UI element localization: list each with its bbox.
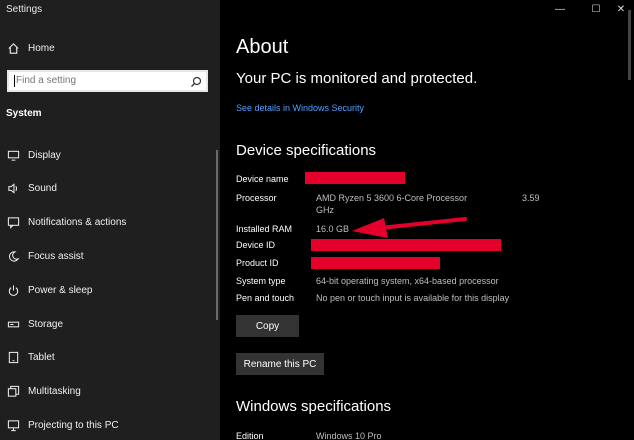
product-id-label: Product ID bbox=[236, 258, 279, 268]
sidebar-item-label: Tablet bbox=[28, 351, 55, 363]
sidebar: Settings Home Find a setting System Disp… bbox=[0, 0, 220, 440]
projector-icon bbox=[6, 418, 20, 432]
sidebar-item-label: Home bbox=[28, 42, 55, 54]
speaker-icon bbox=[6, 181, 20, 195]
sidebar-item-label: Focus assist bbox=[28, 250, 84, 262]
processor-value-line2: GHz bbox=[316, 205, 334, 215]
sidebar-item-tablet[interactable]: Tablet bbox=[0, 346, 218, 368]
ram-label: Installed RAM bbox=[236, 224, 293, 234]
sidebar-item-projecting[interactable]: Projecting to this PC bbox=[0, 414, 218, 436]
app-title: Settings bbox=[6, 4, 43, 15]
security-details-link[interactable]: See details in Windows Security bbox=[236, 103, 364, 113]
search-input[interactable]: Find a setting bbox=[7, 70, 208, 92]
pen-touch-value: No pen or touch input is available for t… bbox=[316, 293, 510, 303]
system-type-value: 64-bit operating system, x64-based proce… bbox=[316, 276, 499, 286]
sidebar-item-label: Storage bbox=[28, 318, 64, 330]
system-type-label: System type bbox=[236, 276, 286, 286]
device-name-redaction bbox=[305, 172, 405, 184]
sidebar-item-label: Notifications & actions bbox=[28, 216, 127, 228]
home-icon bbox=[6, 41, 20, 55]
sidebar-item-label: Display bbox=[28, 149, 61, 161]
display-icon bbox=[6, 148, 20, 162]
device-name-label: Device name bbox=[236, 174, 289, 184]
section-title: System bbox=[6, 108, 42, 119]
sidebar-item-notifications[interactable]: Notifications & actions bbox=[0, 211, 218, 233]
ram-value: 16.0 GB bbox=[316, 224, 350, 234]
sidebar-item-storage[interactable]: Storage bbox=[0, 313, 218, 335]
page-title: About bbox=[236, 36, 289, 58]
sidebar-item-label: Sound bbox=[28, 182, 57, 194]
edition-label: Edition bbox=[236, 431, 264, 440]
pen-touch-label: Pen and touch bbox=[236, 293, 295, 303]
edition-value: Windows 10 Pro bbox=[316, 431, 382, 440]
power-icon bbox=[6, 283, 20, 297]
multitasking-icon bbox=[6, 384, 20, 398]
sidebar-item-label: Power & sleep bbox=[28, 284, 93, 296]
notification-icon bbox=[6, 215, 20, 229]
windows-specs-heading: Windows specifications bbox=[236, 398, 392, 415]
text-caret bbox=[14, 75, 15, 87]
storage-icon bbox=[6, 317, 20, 331]
content-scrollbar[interactable] bbox=[628, 10, 631, 80]
sidebar-item-home[interactable]: Home bbox=[0, 37, 218, 59]
sidebar-scrollbar[interactable] bbox=[216, 150, 218, 320]
protection-status: Your PC is monitored and protected. bbox=[236, 70, 478, 87]
processor-label: Processor bbox=[236, 193, 277, 203]
tablet-icon bbox=[6, 350, 20, 364]
sidebar-item-focus-assist[interactable]: Focus assist bbox=[0, 245, 218, 267]
search-icon[interactable] bbox=[190, 75, 202, 87]
processor-value-line1: AMD Ryzen 5 3600 6-Core Processor bbox=[316, 193, 468, 203]
search-placeholder: Find a setting bbox=[16, 75, 77, 86]
device-id-redaction bbox=[311, 239, 501, 251]
device-specs-heading: Device specifications bbox=[236, 142, 377, 159]
close-button[interactable]: ✕ bbox=[614, 3, 628, 15]
sidebar-item-sound[interactable]: Sound bbox=[0, 177, 218, 199]
minimize-button[interactable]: — bbox=[553, 3, 567, 15]
sidebar-item-label: Projecting to this PC bbox=[28, 419, 119, 431]
sidebar-item-label: Multitasking bbox=[28, 385, 81, 397]
processor-speed: 3.59 bbox=[522, 193, 540, 203]
copy-button[interactable]: Copy bbox=[236, 315, 299, 337]
rename-pc-button[interactable]: Rename this PC bbox=[236, 353, 324, 375]
product-id-redaction bbox=[311, 257, 440, 269]
moon-icon bbox=[6, 249, 20, 263]
sidebar-item-multitasking[interactable]: Multitasking bbox=[0, 380, 218, 402]
device-id-label: Device ID bbox=[236, 240, 276, 250]
maximize-button[interactable]: ☐ bbox=[589, 3, 603, 15]
sidebar-item-power-sleep[interactable]: Power & sleep bbox=[0, 279, 218, 301]
sidebar-item-display[interactable]: Display bbox=[0, 144, 218, 166]
annotation-arrow-icon bbox=[352, 217, 467, 238]
